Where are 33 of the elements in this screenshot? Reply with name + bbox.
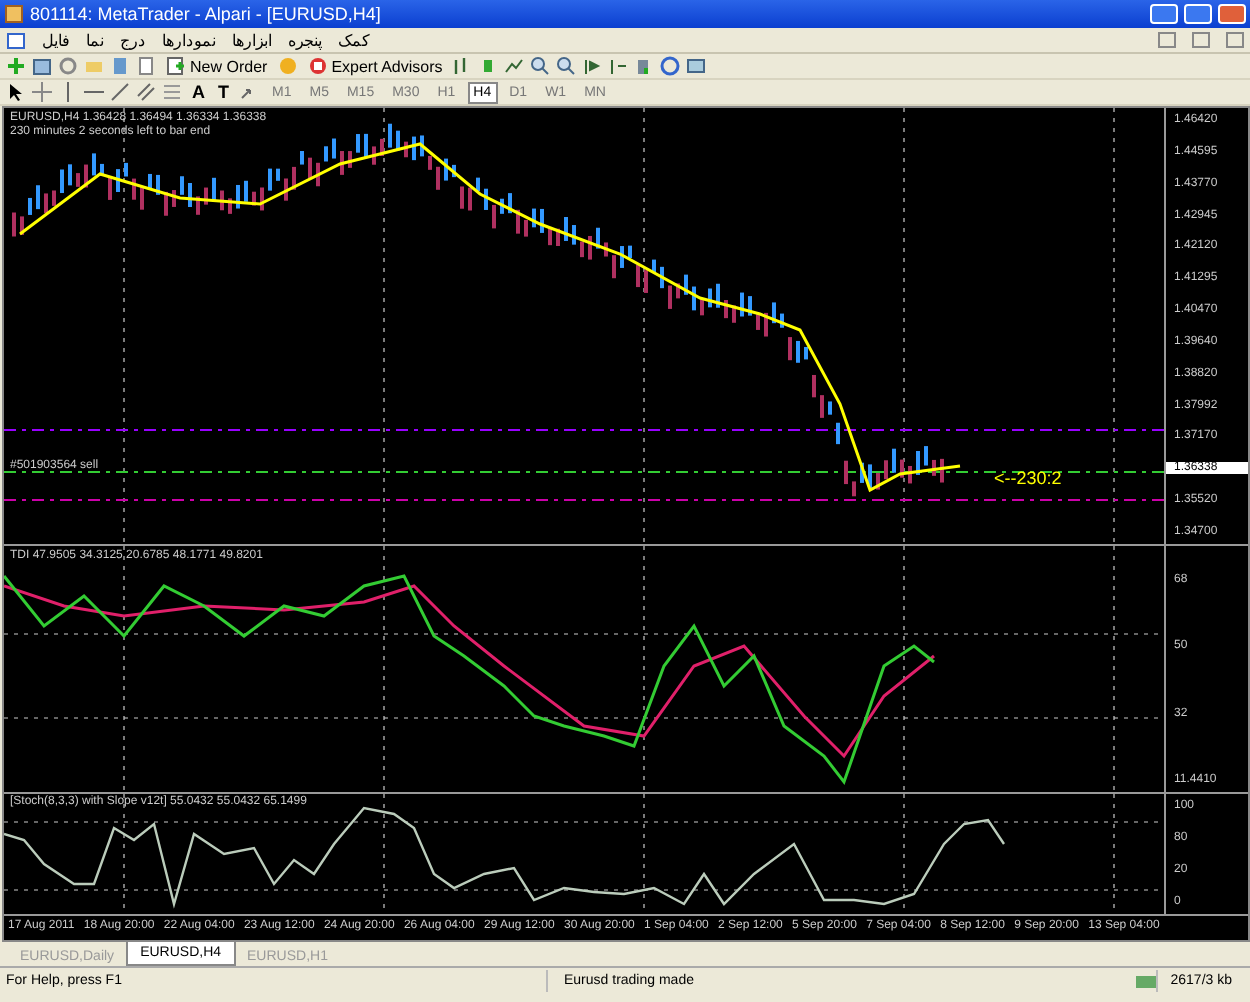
menu-item[interactable]: درج <box>120 31 146 49</box>
chart-icon <box>6 30 26 50</box>
zoom-in-icon[interactable] <box>530 56 551 76</box>
menu-item[interactable]: نما <box>86 31 104 49</box>
close-button[interactable] <box>1218 4 1246 24</box>
stop-icon <box>307 56 328 76</box>
app-icon <box>4 4 24 24</box>
line-chart-icon[interactable] <box>504 56 525 76</box>
menu-item[interactable]: کمک <box>338 31 370 49</box>
fibonacci-icon[interactable] <box>162 82 182 102</box>
close-icon[interactable] <box>1226 32 1244 48</box>
restore-icon[interactable] <box>1192 32 1210 48</box>
new-order-button[interactable]: New Order <box>162 56 272 76</box>
menu-item[interactable]: نمودارها <box>162 31 216 49</box>
price-marker: <--230:2 <box>994 468 1062 488</box>
menu-item[interactable]: فایل <box>42 31 70 49</box>
document-icon[interactable] <box>136 56 156 76</box>
minimize-button[interactable] <box>1150 4 1178 24</box>
maximize-button[interactable] <box>1184 4 1212 24</box>
expert-advisors-button[interactable]: Expert Advisors <box>303 56 447 76</box>
window-title: 801114: MetaTrader - Alpari - [EURUSD,H4] <box>30 4 383 24</box>
connection-icon <box>1136 971 1157 991</box>
minimize-icon[interactable] <box>1158 32 1176 48</box>
document-plus-icon <box>166 56 186 76</box>
text-tool-button[interactable]: T <box>214 82 234 102</box>
cursor-icon[interactable] <box>6 82 26 102</box>
menu-item[interactable]: پنجره <box>288 31 322 49</box>
trendline-icon[interactable] <box>110 82 130 102</box>
window-icon[interactable] <box>32 56 52 76</box>
channel-icon[interactable] <box>136 82 156 102</box>
text-tool-button[interactable]: A <box>188 82 208 102</box>
menu-item[interactable]: ابزارها <box>232 31 272 49</box>
zoom-out-icon[interactable] <box>556 56 577 76</box>
